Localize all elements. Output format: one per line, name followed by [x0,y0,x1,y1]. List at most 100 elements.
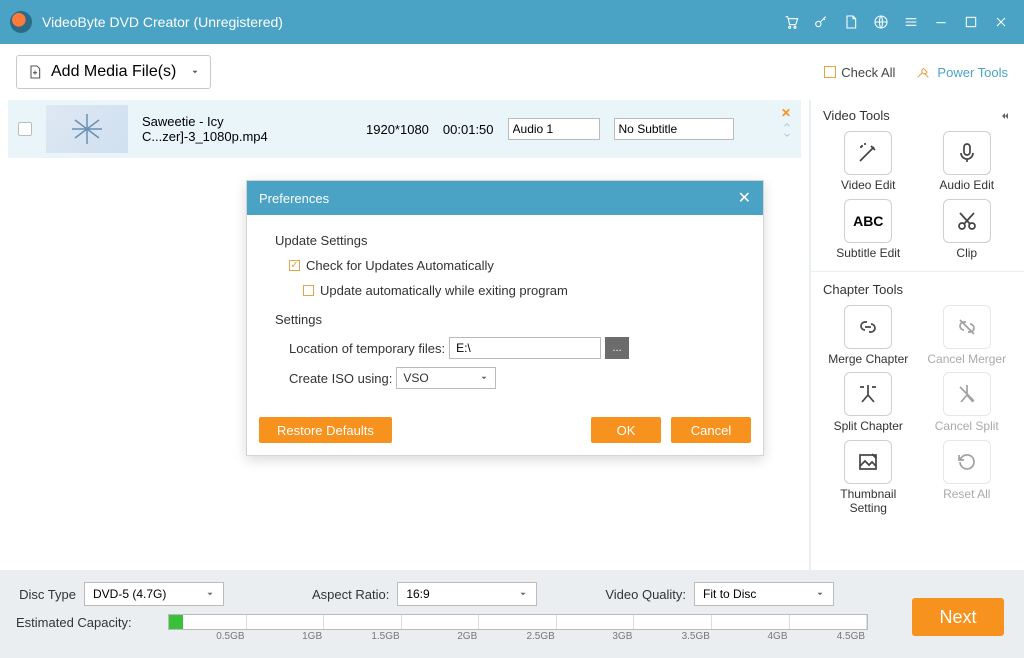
page-icon[interactable] [838,9,864,35]
merge-chapter-tool[interactable]: Merge Chapter [821,305,916,367]
next-button[interactable]: Next [912,598,1004,636]
titlebar: VideoByte DVD Creator (Unregistered) [0,0,1024,44]
audio-track-select[interactable] [508,118,600,140]
media-list-item[interactable]: Saweetie - Icy C...zer]-3_1080p.mp4 1920… [8,100,801,158]
restore-defaults-button[interactable]: Restore Defaults [259,417,392,443]
chevron-down-icon [479,373,489,383]
browse-button[interactable]: ... [605,337,629,359]
aspect-ratio-label: Aspect Ratio: [312,587,389,602]
thumbnail-label: Thumbnail Setting [821,488,916,516]
image-icon [856,450,880,474]
mic-icon [955,141,979,165]
add-media-button[interactable]: Add Media File(s) [16,55,211,89]
check-updates-label: Check for Updates Automatically [306,258,494,273]
dialog-close-icon[interactable]: ✕ [738,188,751,208]
media-resolution: 1920*1080 [366,122,429,137]
ok-button[interactable]: OK [591,417,661,443]
video-quality-value: Fit to Disc [703,587,756,601]
link-icon [856,315,880,339]
split-chapter-tool[interactable]: Split Chapter [821,372,916,434]
checkbox-icon [824,66,836,78]
split-icon [856,382,880,406]
globe-icon[interactable] [868,9,894,35]
main-toolbar: Add Media File(s) Check All Power Tools [0,44,1024,100]
subtitle-select[interactable] [614,118,734,140]
cancel-split-tool: Cancel Split [920,372,1015,434]
app-logo-icon [10,11,32,33]
file-plus-icon [27,64,43,80]
reset-all-label: Reset All [943,488,990,502]
key-icon[interactable] [808,9,834,35]
row-checkbox[interactable] [18,122,32,136]
check-updates-option[interactable]: Check for Updates Automatically [289,258,741,273]
iso-engine-value: VSO [403,371,428,385]
aspect-ratio-value: 16:9 [406,587,429,601]
chevron-down-icon [815,589,825,599]
update-on-exit-label: Update automatically while exiting progr… [320,283,568,298]
temp-location-input[interactable] [449,337,601,359]
media-filename: Saweetie - Icy C...zer]-3_1080p.mp4 [142,114,352,144]
video-edit-label: Video Edit [841,179,896,193]
check-all-toggle[interactable]: Check All [824,65,895,80]
video-quality-label: Video Quality: [605,587,686,602]
video-tools-header: Video Tools [823,108,890,123]
row-reorder[interactable] [781,120,793,140]
snowflake-icon [69,111,105,147]
minimize-icon[interactable] [928,9,954,35]
chevron-down-icon [190,67,200,77]
video-edit-tool[interactable]: Video Edit [821,131,916,193]
subtitle-edit-tool[interactable]: ABC Subtitle Edit [821,199,916,261]
chevron-down-icon [205,589,215,599]
reset-icon [955,450,979,474]
dialog-header: Preferences ✕ [247,181,763,215]
cancel-split-label: Cancel Split [935,420,999,434]
abc-icon: ABC [853,213,883,229]
add-media-label: Add Media File(s) [51,63,176,81]
chevron-down-icon [781,130,793,140]
disc-type-select[interactable]: DVD-5 (4.7G) [84,582,224,606]
power-tools-button[interactable]: Power Tools [915,64,1008,80]
check-all-label: Check All [841,65,895,80]
cancel-merger-label: Cancel Merger [927,353,1006,367]
reset-all-tool: Reset All [920,440,1015,516]
remove-row-icon[interactable]: ✕ [781,106,791,120]
temp-location-label: Location of temporary files: [289,341,445,356]
power-tools-label: Power Tools [937,65,1008,80]
merge-chapter-label: Merge Chapter [828,353,908,367]
audio-edit-label: Audio Edit [939,179,994,193]
aspect-ratio-select[interactable]: 16:9 [397,582,537,606]
update-section-label: Update Settings [275,233,741,248]
collapse-right-icon[interactable] [996,110,1012,122]
maximize-icon[interactable] [958,9,984,35]
chapter-tools-header: Chapter Tools [823,282,903,297]
iso-engine-select[interactable]: VSO [396,367,496,389]
unlink-icon [955,315,979,339]
cancel-split-icon [955,382,979,406]
app-title: VideoByte DVD Creator (Unregistered) [42,14,283,30]
preferences-dialog: Preferences ✕ Update Settings Check for … [246,180,764,456]
disc-type-value: DVD-5 (4.7G) [93,587,166,601]
checkbox-icon [303,285,314,296]
estimated-capacity-label: Estimated Capacity: [16,615,156,630]
disc-type-label: Disc Type [16,587,76,602]
dialog-title: Preferences [259,191,329,206]
audio-edit-tool[interactable]: Audio Edit [920,131,1015,193]
menu-icon[interactable] [898,9,924,35]
scissors-icon [955,209,979,233]
clip-tool[interactable]: Clip [920,199,1015,261]
close-icon[interactable] [988,9,1014,35]
thumbnail-setting-tool[interactable]: Thumbnail Setting [821,440,916,516]
cart-icon[interactable] [778,9,804,35]
checkbox-checked-icon [289,260,300,271]
tools-icon [915,64,931,80]
cancel-button[interactable]: Cancel [671,417,751,443]
wand-icon [856,141,880,165]
video-quality-select[interactable]: Fit to Disc [694,582,834,606]
capacity-bar: 0.5GB1GB1.5GB2GB2.5GB3GB3.5GB4GB4.5GB [168,614,868,630]
capacity-tick-labels: 0.5GB1GB1.5GB2GB2.5GB3GB3.5GB4GB4.5GB [169,631,867,642]
chevron-down-icon [518,589,528,599]
media-duration: 00:01:50 [443,122,494,137]
update-on-exit-option[interactable]: Update automatically while exiting progr… [303,283,741,298]
bottom-bar: Disc Type DVD-5 (4.7G) Aspect Ratio: 16:… [0,570,1024,658]
cancel-merger-tool: Cancel Merger [920,305,1015,367]
